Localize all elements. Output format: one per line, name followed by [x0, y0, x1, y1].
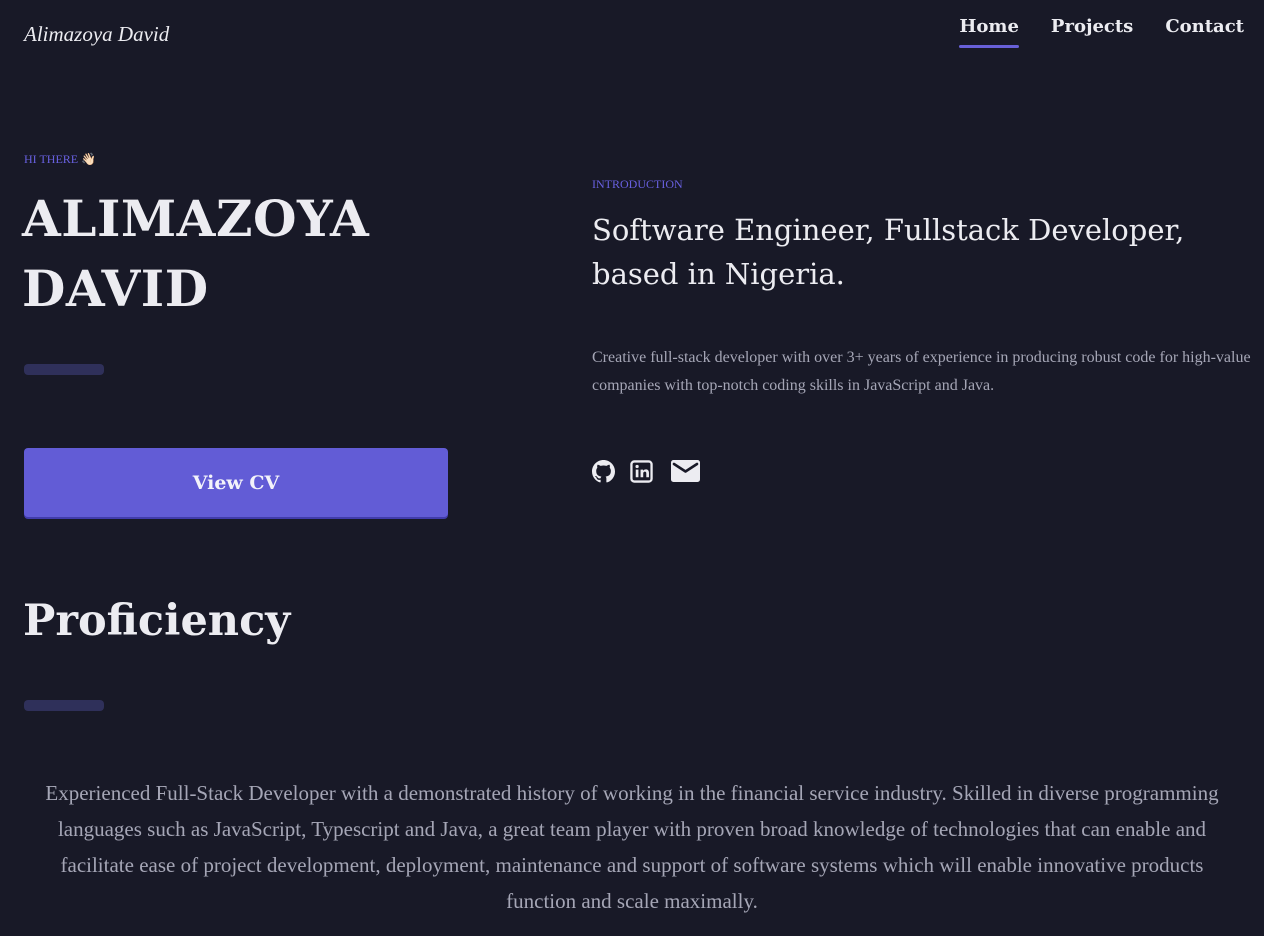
nav-contact[interactable]: Contact [1165, 16, 1244, 48]
hero-name-line2: DAVID [22, 259, 209, 318]
mail-icon[interactable] [671, 459, 700, 483]
nav-projects[interactable]: Projects [1051, 16, 1133, 48]
hero-name-line1: ALIMAZOYA [22, 189, 370, 248]
main-nav: Home Projects Contact [959, 16, 1244, 48]
hero-divider [24, 364, 104, 375]
nav-home[interactable]: Home [959, 16, 1019, 48]
intro-eyebrow: INTRODUCTION [592, 177, 683, 191]
proficiency-title: Proficiency [23, 596, 291, 646]
hero-name: ALIMAZOYA DAVID [22, 184, 542, 324]
intro-heading: Software Engineer, Fullstack Developer, … [592, 213, 1185, 291]
proficiency-text: Experienced Full-Stack Developer with a … [45, 781, 1219, 913]
social-links [592, 459, 700, 483]
github-icon[interactable] [592, 459, 615, 483]
intro-text: Creative full-stack developer with over … [592, 349, 1251, 394]
brand-logo[interactable]: Alimazoya David [24, 22, 169, 47]
proficiency-divider [24, 700, 104, 711]
hero-greeting: HI THERE 👋🏻 [24, 152, 97, 166]
linkedin-icon[interactable] [630, 459, 653, 483]
view-cv-button[interactable]: View CV [24, 448, 448, 517]
